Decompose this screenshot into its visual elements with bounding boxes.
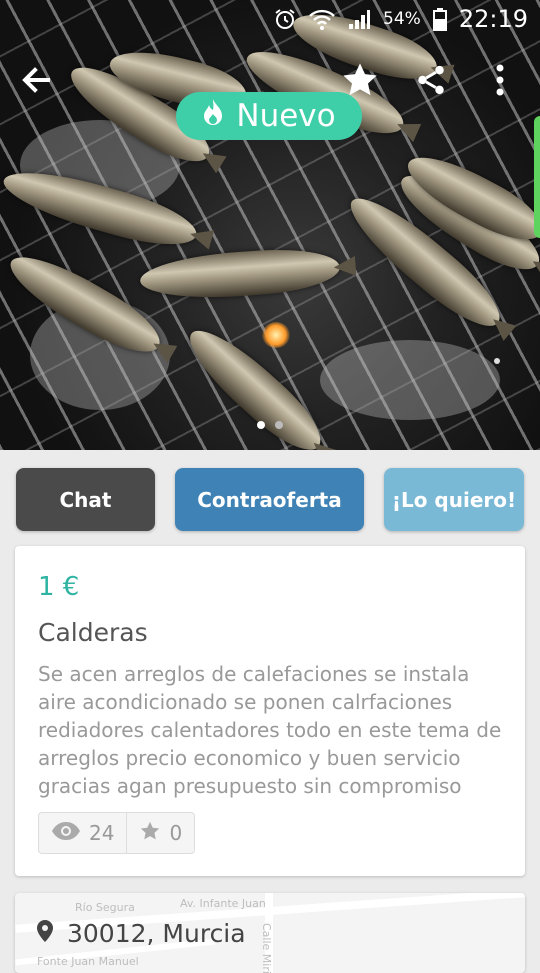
want-it-button[interactable]: ¡Lo quiero! [384, 468, 524, 531]
flame-icon [202, 98, 224, 134]
views-count: 24 [89, 821, 115, 845]
favorites-count: 0 [169, 821, 183, 845]
favorites-stat: 0 [126, 813, 194, 853]
carousel-dot[interactable] [275, 421, 283, 429]
battery-percent: 54% [383, 9, 421, 29]
product-title: Calderas [38, 618, 148, 647]
product-price: 1 € [38, 572, 80, 602]
share-icon[interactable] [409, 58, 453, 102]
carousel-indicator [0, 421, 540, 429]
product-photo[interactable] [0, 0, 540, 450]
eye-icon [51, 821, 81, 846]
location-text: 30012, Murcia [67, 919, 246, 948]
alarm-icon [273, 7, 297, 31]
star-icon [139, 820, 161, 847]
new-badge: Nuevo [176, 92, 362, 140]
counter-offer-button[interactable]: Contraoferta [175, 468, 364, 531]
battery-icon [432, 7, 447, 31]
arrow-left-icon[interactable] [14, 58, 58, 102]
indicator-dot [494, 358, 500, 364]
location-map[interactable]: Río Segura Av. Infante Juan Calle Mirio … [15, 893, 525, 973]
clock: 22:19 [458, 5, 528, 33]
views-stat: 24 [39, 813, 126, 853]
side-tab[interactable] [534, 116, 540, 238]
map-label: Av. Infante Juan [180, 897, 266, 910]
product-card: 1 € Calderas Se acen arreglos de calefac… [15, 546, 525, 876]
map-label: Río Segura [75, 901, 135, 914]
signal-icon [347, 7, 371, 31]
location-row: 30012, Murcia [37, 919, 246, 948]
map-label: Calle Mirio [260, 923, 273, 973]
status-bar: 54% 22:19 [0, 0, 540, 38]
location-pin-icon [37, 919, 53, 948]
fire-flame [262, 322, 290, 348]
wifi-icon [309, 7, 335, 31]
carousel-dot-active[interactable] [257, 421, 265, 429]
chat-button[interactable]: Chat [16, 468, 155, 531]
product-stats: 24 0 [38, 812, 196, 854]
product-description: Se acen arreglos de calefaciones se inst… [38, 662, 502, 798]
more-vert-icon[interactable] [478, 58, 522, 102]
new-badge-label: Nuevo [236, 98, 336, 134]
map-label: Fonte Juan Manuel [37, 955, 139, 968]
